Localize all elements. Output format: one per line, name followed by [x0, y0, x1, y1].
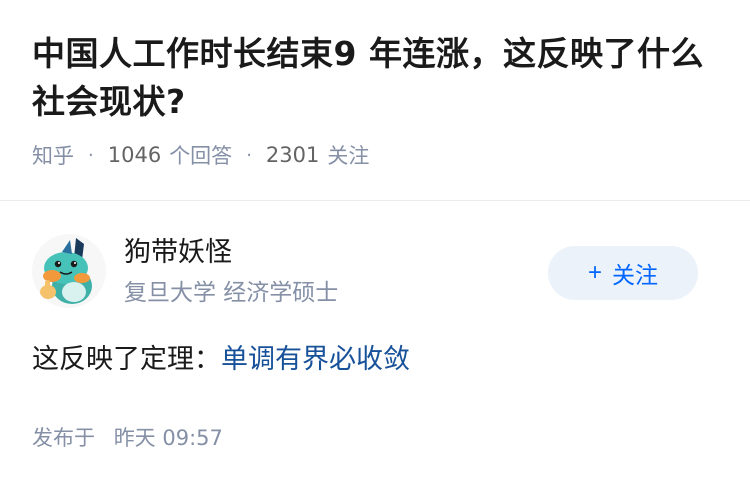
author-avatar[interactable]: [32, 234, 106, 308]
separator-dot: ·: [88, 144, 94, 166]
publish-info: 发布于 昨天 09:57: [32, 422, 223, 452]
author-row: 狗带妖怪 复旦大学 经济学硕士 + 关注: [0, 200, 750, 308]
followers-count: 2301: [265, 143, 320, 167]
publish-label: 发布于: [32, 426, 95, 450]
answer-content: 这反映了定理：单调有界必收敛: [32, 340, 410, 380]
followers-label[interactable]: 关注: [327, 140, 369, 170]
zhihu-answer-page: 中国人工作时长结束9 年连涨，这反映了什么社会现状? 知乎 · 1046 个回答…: [0, 0, 750, 490]
answer-text: 这反映了定理：: [32, 344, 221, 375]
follow-label: 关注: [612, 262, 658, 288]
author-bio: 复旦大学 经济学硕士: [124, 280, 339, 306]
answers-label[interactable]: 个回答: [169, 140, 232, 170]
answer-card: 狗带妖怪 复旦大学 经济学硕士 + 关注 这反映了定理：单调有界必收敛 发布于 …: [0, 200, 750, 450]
answer-link[interactable]: 单调有界必收敛: [221, 344, 410, 375]
answers-count: 1046: [107, 143, 162, 167]
author-name[interactable]: 狗带妖怪: [124, 236, 232, 270]
follow-button[interactable]: + 关注: [548, 246, 698, 300]
question-header: 中国人工作时长结束9 年连涨，这反映了什么社会现状? 知乎 · 1046 个回答…: [0, 0, 750, 170]
question-meta: 知乎 · 1046 个回答 · 2301 关注: [32, 140, 720, 170]
mudkip-avatar-icon: [40, 238, 92, 304]
question-title[interactable]: 中国人工作时长结束9 年连涨，这反映了什么社会现状?: [32, 30, 722, 126]
source-label[interactable]: 知乎: [32, 140, 74, 170]
plus-icon: +: [587, 259, 602, 286]
separator-dot: ·: [246, 144, 252, 166]
publish-time: 昨天 09:57: [113, 426, 223, 450]
